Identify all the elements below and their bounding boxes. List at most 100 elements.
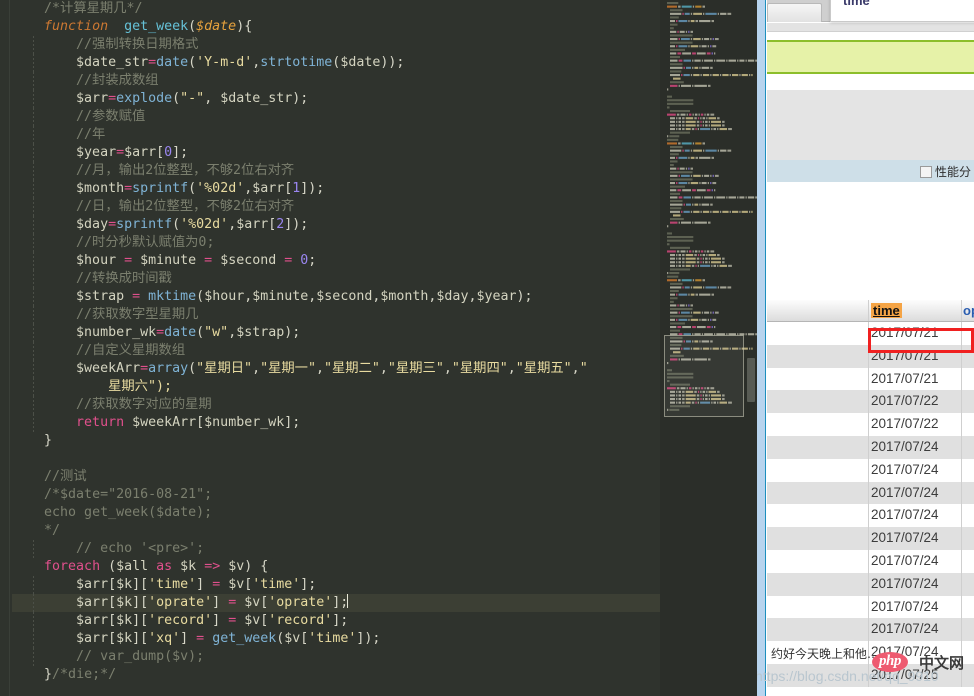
column-divider [961, 481, 962, 505]
column-divider [868, 549, 869, 573]
code-line[interactable]: /*计算星期几*/ [12, 0, 660, 18]
code-line[interactable]: //自定义星期数组 [12, 342, 660, 360]
table-row[interactable]: 2017/07/22 [767, 413, 974, 436]
code-token: as [156, 559, 173, 574]
code-token: "星期三" [387, 361, 444, 376]
minimap-viewport-indicator[interactable] [664, 335, 744, 417]
code-token: $arr [76, 577, 109, 592]
code-line[interactable]: //参数赋值 [12, 108, 660, 126]
column-divider [868, 572, 869, 596]
performance-analysis-option[interactable]: 性能分 [919, 163, 971, 180]
code-token: " [579, 361, 588, 376]
code-token: , [252, 361, 261, 376]
editor-minimap[interactable] [660, 0, 757, 696]
code-line[interactable]: $hour = $minute = $second = 0; [12, 252, 660, 270]
code-line[interactable]: } [12, 432, 660, 450]
code-line[interactable]: return $weekArr[$number_wk]; [12, 414, 660, 432]
table-cell-time: 2017/07/21 [871, 347, 939, 363]
column-header-time[interactable]: time [871, 303, 902, 318]
browser-tab-active[interactable] [767, 3, 822, 22]
code-line[interactable]: function get_week($date){ [12, 18, 660, 36]
code-line[interactable]: //时分秒默认赋值为0; [12, 234, 660, 252]
table-row[interactable]: 2017/07/22 [767, 390, 974, 414]
table-row[interactable]: 2017/07/24 [767, 549, 974, 573]
code-line[interactable]: //强制转换日期格式 [12, 36, 660, 54]
table-row[interactable]: 2017/07/24 [767, 504, 974, 528]
table-row[interactable]: 2017/07/24 [767, 435, 974, 459]
code-line[interactable]: $arr[$k]['oprate'] = $v['oprate']; [12, 594, 660, 612]
table-row[interactable]: 2017/07/24 [767, 458, 974, 482]
code-line[interactable]: $number_wk=date("w",$strap); [12, 324, 660, 342]
code-token: [ [108, 613, 117, 628]
table-cell-time: 2017/07/24 [871, 621, 939, 637]
code-token: //测试 [44, 469, 87, 484]
code-token: sprintf [132, 181, 189, 196]
column-divider [868, 413, 869, 436]
column-divider [868, 300, 869, 321]
table-row[interactable]: 2017/07/24 [767, 481, 974, 505]
code-line[interactable]: 星期六"); [12, 378, 660, 396]
code-line[interactable]: // echo '<pre>'; [12, 540, 660, 558]
code-token: 'record' [268, 613, 333, 628]
table-row[interactable]: 2017/07/24 [767, 527, 974, 550]
code-line[interactable]: */ [12, 522, 660, 540]
table-cell-time: 2017/07/24 [871, 438, 939, 454]
code-line[interactable]: //年 [12, 126, 660, 144]
code-token: = [148, 55, 157, 70]
code-editor-pane[interactable]: /*计算星期几*/ function get_week($date){ //强制… [0, 0, 660, 696]
code-content[interactable]: /*计算星期几*/ function get_week($date){ //强制… [12, 0, 660, 684]
code-line[interactable]: }/*die;*/ [12, 666, 660, 684]
code-line[interactable]: // var_dump($v); [12, 648, 660, 666]
code-line[interactable]: //日，输出2位整型，不够2位右对齐 [12, 198, 660, 216]
code-line[interactable]: $arr[$k]['xq'] = get_week($v['time']); [12, 630, 660, 648]
code-line[interactable]: $strap = mktime($hour,$minute,$second,$m… [12, 288, 660, 306]
column-header-op[interactable]: op [963, 303, 974, 318]
text-caret [347, 594, 349, 608]
code-token: $date_str [76, 55, 149, 70]
code-line[interactable]: foreach ($all as $k => $v) { [12, 558, 660, 576]
code-line[interactable] [12, 450, 660, 468]
code-line[interactable]: $arr[$k]['time'] = $v['time']; [12, 576, 660, 594]
code-line[interactable]: $arr=explode("-", $date_str); [12, 90, 660, 108]
table-cell-time: 2017/07/24 [871, 552, 939, 568]
code-line[interactable]: //转换成时间戳 [12, 270, 660, 288]
table-cell-time: 2017/07/24 [871, 484, 939, 500]
browser-vertical-scrollbar[interactable] [757, 0, 766, 696]
code-token: ]); [284, 217, 309, 232]
table-row[interactable]: 2017/07/24 [767, 572, 974, 596]
table-row[interactable]: 2017/07/21 [767, 322, 974, 345]
code-line[interactable]: $month=sprintf('%02d',$arr[1]); [12, 180, 660, 198]
column-divider [961, 458, 962, 482]
code-line[interactable]: //获取数字型星期几 [12, 306, 660, 324]
code-line[interactable]: //测试 [12, 468, 660, 486]
code-line[interactable]: echo get_week($date); [12, 504, 660, 522]
code-line[interactable]: //获取数字对应的星期 [12, 396, 660, 414]
column-tooltip-popover: time [830, 0, 974, 22]
column-divider [868, 367, 869, 391]
code-line[interactable]: $year=$arr[0]; [12, 144, 660, 162]
code-line[interactable]: /*$date="2016-08-21"; [12, 486, 660, 504]
code-line[interactable]: $arr[$k]['record'] = $v['record']; [12, 612, 660, 630]
code-line[interactable]: $date_str=date('Y-m-d',strtotime($date))… [12, 54, 660, 72]
browser-viewport: time 性能分 time op 2017/07/212017/07/21201… [757, 0, 974, 696]
code-token: strtotime [260, 55, 333, 70]
code-line[interactable]: $day=sprintf('%02d',$arr[2]); [12, 216, 660, 234]
table-row[interactable]: 2017/07/21 [767, 344, 974, 368]
code-token: $k [116, 577, 133, 592]
code-line[interactable]: //月，输出2位整型，不够2位右对齐 [12, 162, 660, 180]
code-token: [ [108, 595, 117, 610]
editor-vertical-scrollbar-thumb[interactable] [747, 358, 755, 402]
code-token: return [76, 415, 125, 430]
table-row[interactable]: 2017/07/24 [767, 595, 974, 619]
code-line[interactable]: $weekArr=array("星期日","星期一","星期二","星期三","… [12, 360, 660, 378]
code-token: /*die;*/ [52, 667, 117, 682]
code-token: ( [100, 559, 117, 574]
table-row[interactable]: 2017/07/21 [767, 367, 974, 391]
code-token: $date [196, 19, 237, 34]
performance-checkbox[interactable] [919, 165, 932, 178]
table-row[interactable]: 2017/07/24 [767, 618, 974, 642]
code-line[interactable]: //封装成数组 [12, 72, 660, 90]
